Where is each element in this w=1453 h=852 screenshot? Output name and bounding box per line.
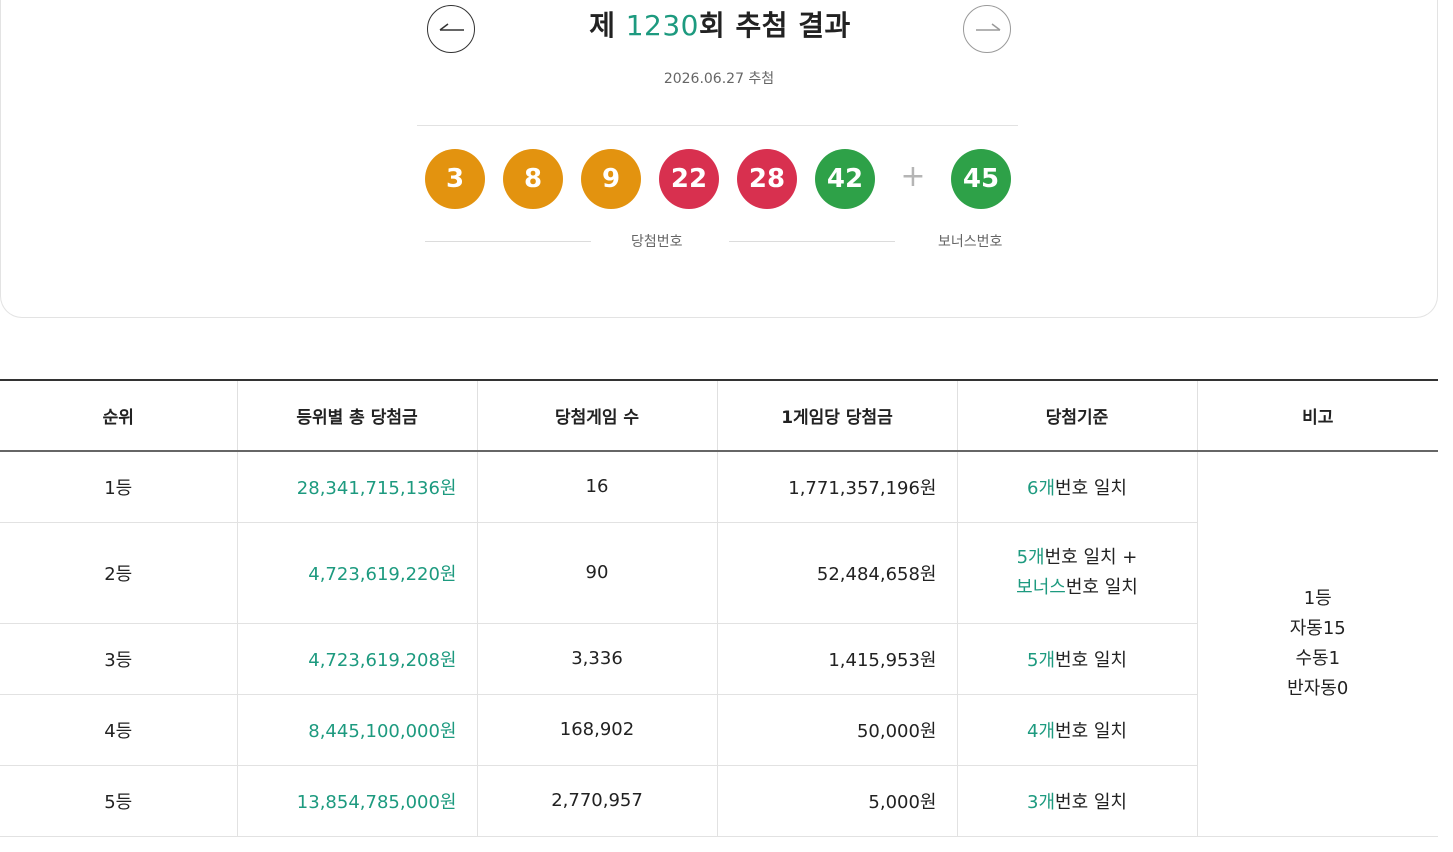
next-round-button[interactable] (963, 5, 1011, 53)
total-prize-cell: 28,341,715,136원 (236, 451, 477, 523)
label-divider-right (729, 241, 895, 242)
header-winner-count: 당첨게임 수 (476, 379, 717, 452)
bonus-ball: 45 (951, 149, 1011, 209)
criteria-cell: 6개번호 일치 (956, 451, 1197, 523)
total-prize-cell: 8,445,100,000원 (236, 694, 477, 766)
prize-per-game-cell: 50,000원 (716, 694, 957, 766)
winning-numbers-label: 당첨번호 (631, 234, 683, 250)
header-rank: 순위 (0, 379, 237, 452)
winner-count-cell: 3,336 (476, 623, 717, 695)
header-criteria: 당첨기준 (956, 379, 1197, 452)
winning-ball-4: 22 (659, 149, 719, 209)
winning-ball-3: 9 (581, 149, 641, 209)
winner-count-cell: 90 (476, 522, 717, 624)
winning-ball-5: 28 (737, 149, 797, 209)
rank-cell: 5등 (0, 765, 237, 837)
round-number: 1230 (625, 9, 699, 42)
winner-count-cell: 168,902 (476, 694, 717, 766)
bonus-number-label: 보너스번호 (938, 234, 1003, 250)
prize-per-game-cell: 1,415,953원 (716, 623, 957, 695)
rank-cell: 4등 (0, 694, 237, 766)
criteria-cell: 3개번호 일치 (956, 765, 1197, 837)
winning-ball-2: 8 (503, 149, 563, 209)
rank-cell: 2등 (0, 522, 237, 624)
rank-cell: 1등 (0, 451, 237, 523)
criteria-cell: 4개번호 일치 (956, 694, 1197, 766)
title-row: 제 1230회 추첨 결과 (1, 0, 1453, 60)
rank-cell: 3등 (0, 623, 237, 695)
prize-table: 순위 등위별 총 당첨금 당첨게임 수 1게임당 당첨금 당첨기준 비고 1등 … (0, 379, 1438, 837)
page-title: 제 1230회 추첨 결과 (589, 9, 851, 42)
header-note: 비고 (1196, 379, 1438, 452)
header-total-prize: 등위별 총 당첨금 (236, 379, 477, 452)
criteria-cell: 5개번호 일치 (956, 623, 1197, 695)
arrow-right-icon (976, 23, 1001, 31)
winning-ball-6: 42 (815, 149, 875, 209)
prize-per-game-cell: 5,000원 (716, 765, 957, 837)
total-prize-cell: 4,723,619,220원 (236, 522, 477, 624)
draw-result-card: 제 1230회 추첨 결과 (0, 0, 1438, 318)
winner-count-cell: 2,770,957 (476, 765, 717, 837)
winner-count-cell: 16 (476, 451, 717, 523)
plus-icon: + (900, 159, 926, 194)
total-prize-cell: 13,854,785,000원 (236, 765, 477, 837)
table-row: 1등 28,341,715,136원 16 1,771,357,196원 6개번… (0, 451, 1438, 837)
criteria-cell: 5개번호 일치 + 보너스번호 일치 (956, 522, 1197, 624)
prize-per-game-cell: 52,484,658원 (716, 522, 957, 624)
table-header-row: 순위 등위별 총 당첨금 당첨게임 수 1게임당 당첨금 당첨기준 비고 (0, 379, 1438, 452)
label-divider-left (425, 241, 591, 242)
header-prize-per-game: 1게임당 당첨금 (716, 379, 957, 452)
divider (417, 125, 1018, 126)
total-prize-cell: 4,723,619,208원 (236, 623, 477, 695)
winning-ball-1: 3 (425, 149, 485, 209)
note-cell: 1등 자동15 수동1 반자동0 (1196, 451, 1438, 837)
prize-per-game-cell: 1,771,357,196원 (716, 451, 957, 523)
draw-date: 2026.06.27 추첨 (663, 71, 775, 87)
